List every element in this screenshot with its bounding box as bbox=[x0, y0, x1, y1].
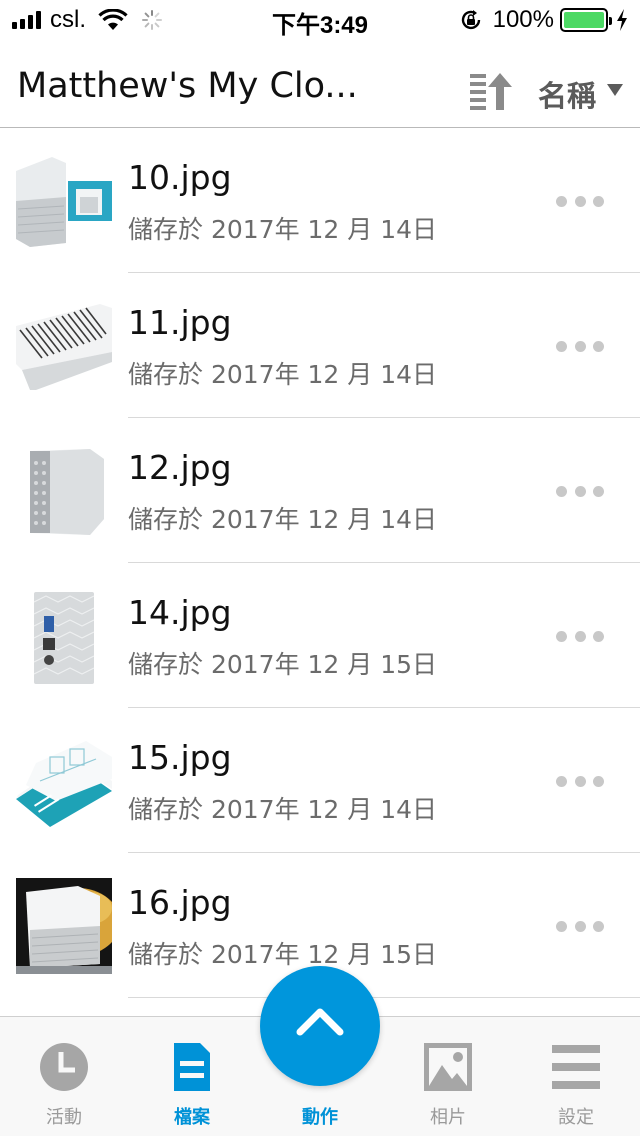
rotation-lock-icon bbox=[461, 10, 480, 30]
file-name: 11.jpg bbox=[128, 303, 232, 342]
tab-label: 活動 bbox=[46, 1107, 82, 1128]
battery-icon bbox=[560, 8, 612, 32]
file-row[interactable]: 14.jpg 儲存於 2017年 12 月 15日 bbox=[0, 563, 640, 708]
clock-icon bbox=[40, 1043, 88, 1091]
file-thumbnail bbox=[16, 588, 112, 684]
document-icon bbox=[174, 1043, 210, 1091]
battery-level bbox=[564, 12, 604, 28]
file-thumbnail bbox=[16, 153, 112, 249]
chevron-up-icon bbox=[296, 1008, 344, 1036]
tab-activity[interactable]: 活動 bbox=[0, 1017, 128, 1136]
tab-label: 相片 bbox=[430, 1107, 466, 1128]
file-date: 儲存於 2017年 12 月 15日 bbox=[128, 650, 438, 679]
tab-photos[interactable]: 相片 bbox=[384, 1017, 512, 1136]
file-date: 儲存於 2017年 12 月 14日 bbox=[128, 505, 438, 534]
chevron-down-icon[interactable] bbox=[607, 84, 623, 96]
sort-order-icon[interactable] bbox=[466, 70, 514, 112]
file-row[interactable]: 10.jpg 儲存於 2017年 12 月 14日 bbox=[0, 128, 640, 273]
file-row[interactable]: 11.jpg 儲存於 2017年 12 月 14日 bbox=[0, 273, 640, 418]
tab-label: 檔案 bbox=[174, 1107, 210, 1128]
status-bar: csl. 下午3:49 100% bbox=[0, 0, 640, 40]
menu-icon bbox=[552, 1045, 600, 1089]
file-date: 儲存於 2017年 12 月 14日 bbox=[128, 795, 438, 824]
tab-files[interactable]: 檔案 bbox=[128, 1017, 256, 1136]
file-date: 儲存於 2017年 12 月 14日 bbox=[128, 360, 438, 389]
file-thumbnail bbox=[16, 733, 112, 829]
file-name: 14.jpg bbox=[128, 593, 232, 632]
file-date: 儲存於 2017年 12 月 15日 bbox=[128, 940, 438, 969]
more-options-icon[interactable] bbox=[552, 770, 608, 792]
app-header: Matthew's My Clo... 名稱 bbox=[0, 40, 640, 128]
file-thumbnail bbox=[16, 878, 112, 974]
file-row[interactable]: 15.jpg 儲存於 2017年 12 月 14日 bbox=[0, 708, 640, 853]
more-options-icon[interactable] bbox=[552, 335, 608, 357]
file-name: 12.jpg bbox=[128, 448, 232, 487]
file-row[interactable]: 12.jpg 儲存於 2017年 12 月 14日 bbox=[0, 418, 640, 563]
more-options-icon[interactable] bbox=[552, 190, 608, 212]
file-name: 15.jpg bbox=[128, 738, 232, 777]
tab-label: 動作 bbox=[302, 1107, 338, 1128]
actions-fab-button[interactable] bbox=[260, 966, 380, 1086]
tab-settings[interactable]: 設定 bbox=[512, 1017, 640, 1136]
more-options-icon[interactable] bbox=[552, 480, 608, 502]
file-date: 儲存於 2017年 12 月 14日 bbox=[128, 215, 438, 244]
charging-bolt-icon bbox=[617, 9, 627, 31]
file-name: 16.jpg bbox=[128, 883, 232, 922]
page-title: Matthew's My Clo... bbox=[17, 66, 358, 106]
more-options-icon[interactable] bbox=[552, 625, 608, 647]
status-right: 100% bbox=[459, 6, 628, 34]
sort-by-button[interactable]: 名稱 bbox=[538, 73, 596, 115]
file-thumbnail bbox=[16, 298, 112, 394]
row-divider bbox=[128, 997, 640, 998]
file-thumbnail bbox=[16, 443, 112, 539]
file-name: 10.jpg bbox=[128, 158, 232, 197]
tab-label: 設定 bbox=[558, 1107, 594, 1128]
file-list: 10.jpg 儲存於 2017年 12 月 14日 11.jpg 儲存於 201… bbox=[0, 128, 640, 998]
battery-percentage: 100% bbox=[492, 6, 554, 33]
more-options-icon[interactable] bbox=[552, 915, 608, 937]
photo-icon bbox=[424, 1043, 472, 1091]
